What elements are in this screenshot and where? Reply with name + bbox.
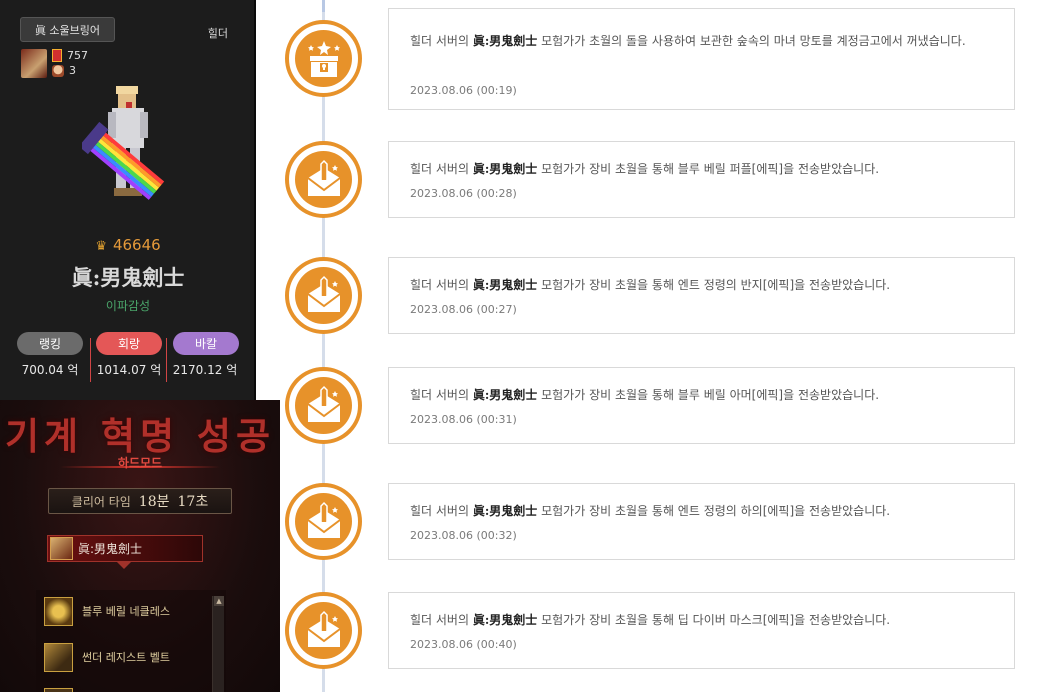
- level-icon: [52, 49, 62, 62]
- timeline-entry: 힐더 서버의 眞:男鬼劍士 모험가가 장비 초월을 통해 블루 베릴 아머[에픽…: [388, 367, 1015, 444]
- reward-item-label: 썬더 레지스트 벨트: [82, 651, 170, 664]
- entry-suffix: 모험가가 장비 초월을 통해 블루 베릴 퍼플[에픽]을 전송받았습니다.: [537, 162, 880, 176]
- reward-item-label: 블루 베릴 네클레스: [82, 605, 170, 618]
- timeline-line-top: [322, 0, 325, 12]
- reward-item-partial-icon: [44, 688, 73, 692]
- clear-time-minutes: 18분: [138, 494, 170, 510]
- character-name: 眞:男鬼劍士: [71, 265, 185, 290]
- entry-suffix: 모험가가 초월의 돌을 사용하여 보관한 숲속의 마녀 망토를 계정금고에서 꺼…: [537, 34, 966, 48]
- envelope-sword-icon: [295, 267, 352, 324]
- fame-number: 46646: [112, 236, 161, 254]
- corridor-badge[interactable]: 회랑: [96, 332, 162, 355]
- entry-date: 2023.08.06 (00:28): [410, 187, 517, 200]
- timeline-entry: 힐더 서버의 眞:男鬼劍士 모험가가 장비 초월을 통해 딥 다이버 마스크[에…: [388, 592, 1015, 669]
- timeline-entry: 힐더 서버의 眞:男鬼劍士 모험가가 장비 초월을 통해 엔트 정령의 반지[에…: [388, 257, 1015, 334]
- entry-message: 힐더 서버의 眞:男鬼劍士 모험가가 장비 초월을 통해 엔트 정령의 반지[에…: [410, 276, 998, 295]
- reward-list-scrollbar[interactable]: ▲: [212, 596, 224, 692]
- belt-icon: [44, 642, 73, 672]
- stat-value-2: 3: [69, 64, 76, 77]
- bakal-amount: 2170.12 억: [172, 363, 238, 377]
- envelope-sword-icon: [295, 151, 352, 208]
- entry-suffix: 모험가가 장비 초월을 통해 딥 다이버 마스크[에픽]을 전송받았습니다.: [537, 613, 891, 627]
- face-icon: [52, 64, 64, 77]
- title-button[interactable]: 眞 소울브링어: [20, 17, 115, 42]
- entry-message: 힐더 서버의 眞:男鬼劍士 모험가가 초월의 돌을 사용하여 보관한 숲속의 마…: [410, 32, 998, 51]
- arrow-down-icon: [117, 562, 131, 569]
- clear-time-bar: 클리어 타임 18분 17초: [48, 488, 232, 514]
- entry-character-name[interactable]: 眞:男鬼劍士: [473, 278, 537, 292]
- entry-suffix: 모험가가 장비 초월을 통해 엔트 정령의 반지[에픽]을 전송받았습니다.: [537, 278, 891, 292]
- entry-message: 힐더 서버의 眞:男鬼劍士 모험가가 장비 초월을 통해 블루 베릴 퍼플[에픽…: [410, 160, 998, 179]
- entry-prefix: 힐더 서버의: [410, 34, 473, 48]
- stat-row-2: 3: [52, 64, 76, 77]
- entry-prefix: 힐더 서버의: [410, 162, 473, 176]
- entry-date: 2023.08.06 (00:40): [410, 638, 517, 651]
- treasure-chest-icon: [295, 30, 352, 87]
- timeline-entry: 힐더 서버의 眞:男鬼劍士 모험가가 초월의 돌을 사용하여 보관한 숲속의 마…: [388, 8, 1015, 110]
- ranking-badge[interactable]: 랭킹: [17, 332, 83, 355]
- timeline-node: [285, 367, 362, 444]
- entry-character-name[interactable]: 眞:男鬼劍士: [473, 388, 537, 402]
- entry-suffix: 모험가가 장비 초월을 통해 블루 베릴 아머[에픽]을 전송받았습니다.: [537, 388, 880, 402]
- crown-icon: ♛: [95, 239, 107, 254]
- timeline-node: [285, 483, 362, 560]
- clear-time-seconds: 17초: [177, 494, 209, 510]
- reward-item[interactable]: 썬더 레지스트 벨트: [44, 642, 170, 672]
- reward-item[interactable]: 블루 베릴 네클레스: [44, 596, 170, 626]
- entry-message: 힐더 서버의 眞:男鬼劍士 모험가가 장비 초월을 통해 딥 다이버 마스크[에…: [410, 611, 998, 630]
- entry-prefix: 힐더 서버의: [410, 613, 473, 627]
- entry-prefix: 힐더 서버의: [410, 504, 473, 518]
- entry-prefix: 힐더 서버의: [410, 278, 473, 292]
- character-sprite: [82, 86, 165, 200]
- entry-character-name[interactable]: 眞:男鬼劍士: [473, 162, 537, 176]
- clear-time-label: 클리어 타임: [71, 494, 131, 509]
- entry-character-name[interactable]: 眞:男鬼劍士: [473, 34, 537, 48]
- ranking-amount: 700.04 억: [21, 363, 79, 377]
- stat-row-1: 757: [52, 49, 88, 62]
- entry-message: 힐더 서버의 眞:男鬼劍士 모험가가 장비 초월을 통해 블루 베릴 아머[에픽…: [410, 386, 998, 405]
- timeline-node: [285, 20, 362, 97]
- entry-date: 2023.08.06 (00:32): [410, 529, 517, 542]
- timeline-entry: 힐더 서버의 眞:男鬼劍士 모험가가 장비 초월을 통해 엔트 정령의 하의[에…: [388, 483, 1015, 560]
- timeline-node: [285, 257, 362, 334]
- corridor-amount: 1014.07 억: [96, 363, 162, 377]
- timeline-node: [285, 592, 362, 669]
- envelope-sword-icon: [295, 493, 352, 550]
- reward-list: 블루 베릴 네클레스 썬더 레지스트 벨트: [36, 590, 226, 692]
- raid-title: 기계 혁명 성공: [4, 414, 275, 458]
- necklace-icon: [44, 596, 73, 626]
- envelope-sword-icon: [295, 602, 352, 659]
- entry-prefix: 힐더 서버의: [410, 388, 473, 402]
- player-name: 眞:男鬼劍士: [78, 542, 143, 556]
- character-card: 眞 소울브링어 힐더 757 3 ♛ 46646 眞:男鬼劍士 이파감성 랭킹 …: [0, 0, 256, 400]
- stat-value-1: 757: [67, 49, 88, 62]
- entry-character-name[interactable]: 眞:男鬼劍士: [473, 504, 537, 518]
- scroll-up-icon[interactable]: ▲: [214, 596, 224, 606]
- entry-date: 2023.08.06 (00:31): [410, 413, 517, 426]
- class-avatar-icon: [21, 49, 47, 78]
- fame-value: ♛ 46646: [0, 236, 256, 254]
- player-portrait-icon: [50, 537, 73, 560]
- entry-date: 2023.08.06 (00:27): [410, 303, 517, 316]
- player-name-box: 眞:男鬼劍士: [47, 535, 203, 562]
- raid-clear-panel: 기계 혁명 성공 하드모드 클리어 타임 18분 17초 眞:男鬼劍士 블루 베…: [0, 400, 280, 692]
- raid-mode: 하드모드: [117, 456, 163, 470]
- timeline-entry: 힐더 서버의 眞:男鬼劍士 모험가가 장비 초월을 통해 블루 베릴 퍼플[에픽…: [388, 141, 1015, 218]
- timeline-line: [322, 0, 325, 692]
- entry-character-name[interactable]: 眞:男鬼劍士: [473, 613, 537, 627]
- timeline-node: [285, 141, 362, 218]
- entry-suffix: 모험가가 장비 초월을 통해 엔트 정령의 하의[에픽]을 전송받았습니다.: [537, 504, 891, 518]
- entry-message: 힐더 서버의 眞:男鬼劍士 모험가가 장비 초월을 통해 엔트 정령의 하의[에…: [410, 502, 998, 521]
- bakal-badge[interactable]: 바칼: [173, 332, 239, 355]
- guild-name[interactable]: 이파감성: [0, 297, 256, 314]
- server-label: 힐더: [207, 27, 228, 40]
- entry-date: 2023.08.06 (00:19): [410, 84, 517, 97]
- page-root: 眞 소울브링어 힐더 757 3 ♛ 46646 眞:男鬼劍士 이파감성 랭킹 …: [0, 0, 1045, 692]
- envelope-sword-icon: [295, 377, 352, 434]
